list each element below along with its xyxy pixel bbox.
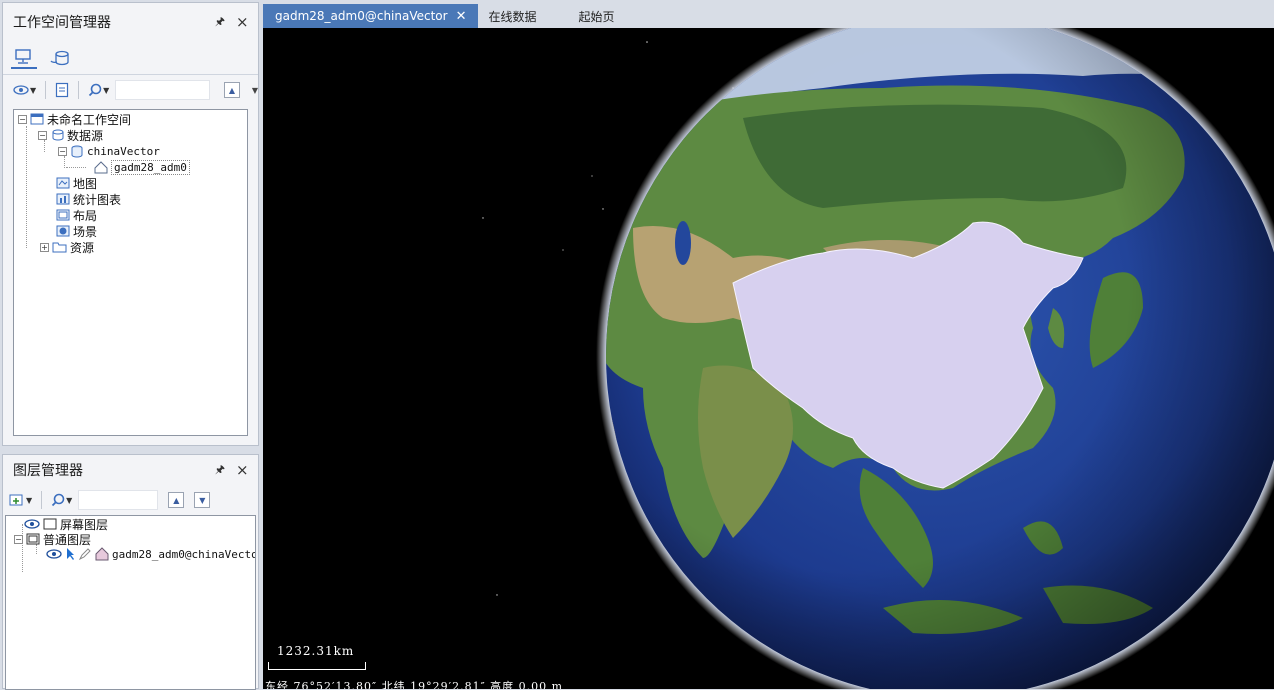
scenes-label: 场景 [73,224,98,239]
workspace-panel-header: 工作空间管理器 🖈 × [3,3,258,41]
collapse-icon[interactable]: − [18,114,27,124]
map-icon [56,177,70,189]
tree-node-scenes[interactable]: 场景 [56,223,97,239]
datasource-icon [52,129,64,141]
layer-manager-panel: 图层管理器 🖈 × ▼ ▼ ▲ ▼ 屏幕图层 − 普通图层 gadm28_adm… [2,454,259,690]
workspace-toolbar: ▼ ▼ ▲ ▼ [3,75,258,105]
close-icon[interactable]: × [236,15,249,30]
tree-node-dataset[interactable]: gadm28_adm0 [94,159,190,175]
eye-icon [13,85,29,95]
pin-icon[interactable]: 🖈 [214,13,226,32]
scale-bar [268,662,366,670]
tab-label: gadm28_adm0@chinaVector [275,9,448,23]
tab-start-page[interactable]: 起始页 [567,4,627,28]
region-dataset-icon [94,160,108,173]
toolbar-divider [45,81,47,99]
workspace-search-input[interactable] [115,80,211,100]
chevron-down-icon: ▼ [66,495,73,505]
scene-viewport[interactable]: 1232.31km 东经 76°52′13.80″ 北纬 19°29′2.81″… [263,28,1274,689]
open-document-button[interactable] [53,80,71,100]
normal-layer-label: 普通图层 [43,532,92,547]
chevron-down-icon: ▼ [103,85,110,95]
tab-workspace[interactable] [11,47,37,69]
tree-node-workspace[interactable]: − 未命名工作空间 [18,111,131,127]
workspace-tab-strip [3,41,258,75]
toolbar-divider [78,81,80,99]
maps-label: 地图 [73,176,98,191]
dataset-name: gadm28_adm0 [111,159,190,175]
tab-online-data[interactable]: 在线数据 [478,4,566,28]
expand-icon[interactable]: + [40,242,49,252]
layouts-label: 布局 [73,208,98,223]
selectable-arrow-icon[interactable] [65,547,75,561]
tree-node-datasources[interactable]: − 数据源 [38,127,103,143]
layer-panel-header: 图层管理器 🖈 × [3,455,258,485]
workspace-icon [30,113,44,125]
tree-node-chinavector[interactable]: − chinaVector [58,143,160,159]
search-icon [52,493,65,507]
move-up-button[interactable]: ▲ [224,82,240,98]
region-style-icon [95,547,109,561]
layer-group-icon [26,533,40,545]
tree-node-charts[interactable]: 统计图表 [56,191,121,207]
datasources-label: 数据源 [67,128,104,143]
workspace-manager-panel: 工作空间管理器 🖈 × ▼ ▼ ▲ ▼ − 未命名工作空间 − 数据源 − ch… [2,2,259,446]
workspace-name: 未命名工作空间 [47,112,132,127]
collapse-icon[interactable]: − [14,534,23,544]
add-layer-button[interactable]: ▼ [7,490,34,510]
coordinate-readout: 东经 76°52′13.80″ 北纬 19°29′2.81″ 高度 0.00 m [265,680,564,689]
collapse-icon[interactable]: − [58,146,67,156]
charts-label: 统计图表 [73,192,122,207]
chart-icon [56,193,70,205]
scene-icon [56,225,70,237]
tab-scene-document[interactable]: gadm28_adm0@chinaVector ✕ [263,4,479,28]
toolbar-divider [41,491,43,509]
collapse-icon[interactable]: − [38,130,47,140]
eye-icon[interactable] [46,548,62,560]
tab-database[interactable] [47,47,73,69]
edit-pencil-icon[interactable] [78,547,92,561]
layer-toolbar: ▼ ▼ ▲ ▼ [3,485,258,515]
more-options-icon[interactable]: ▼ [252,86,258,95]
eye-icon[interactable] [24,518,40,530]
view-options-button[interactable]: ▼ [11,80,38,100]
workspace-tree: − 未命名工作空间 − 数据源 − chinaVector gadm28_adm… [13,109,248,436]
database-icon [50,50,69,65]
pin-icon[interactable]: 🖈 [214,461,226,480]
tree-node-resources[interactable]: + 资源 [40,239,94,255]
database-file-icon [71,145,83,157]
layer-search-input[interactable] [78,490,159,510]
layer-tree: 屏幕图层 − 普通图层 gadm28_adm0@chinaVector [5,515,256,690]
workspace-panel-title: 工作空间管理器 [13,15,111,31]
search-button[interactable]: ▼ [86,80,111,100]
layer-item-label: gadm28_adm0@chinaVector [112,547,256,561]
chevron-down-icon: ▼ [26,495,33,505]
layer-node-normal[interactable]: − 普通图层 [14,531,91,547]
workspace-tree-icon [15,48,31,64]
folder-icon [52,242,67,253]
tab-label: 起始页 [578,9,615,24]
layer-move-up-button[interactable]: ▲ [168,492,185,508]
globe-shading [606,28,1274,689]
layer-move-down-button[interactable]: ▼ [194,492,211,508]
add-layer-icon [9,494,23,506]
layout-icon [56,209,70,221]
tab-label: 在线数据 [488,9,537,24]
close-tab-icon[interactable]: ✕ [456,9,467,24]
layer-item-gadm28[interactable]: gadm28_adm0@chinaVector [46,546,256,562]
search-icon [88,83,102,97]
chevron-down-icon: ▼ [30,85,37,95]
globe-view[interactable] [263,28,1274,689]
document-icon [56,82,69,98]
tree-node-maps[interactable]: 地图 [56,175,97,191]
datasource-name: chinaVector [87,144,160,158]
resources-label: 资源 [70,240,95,255]
scale-label: 1232.31km [277,644,355,658]
close-icon[interactable]: × [236,463,249,478]
tree-node-layouts[interactable]: 布局 [56,207,97,223]
layer-search-button[interactable]: ▼ [49,490,74,510]
document-tab-bar: gadm28_adm0@chinaVector ✕ 在线数据 起始页 [263,4,1274,28]
layer-group-icon [43,518,57,530]
layer-panel-title: 图层管理器 [13,463,83,479]
